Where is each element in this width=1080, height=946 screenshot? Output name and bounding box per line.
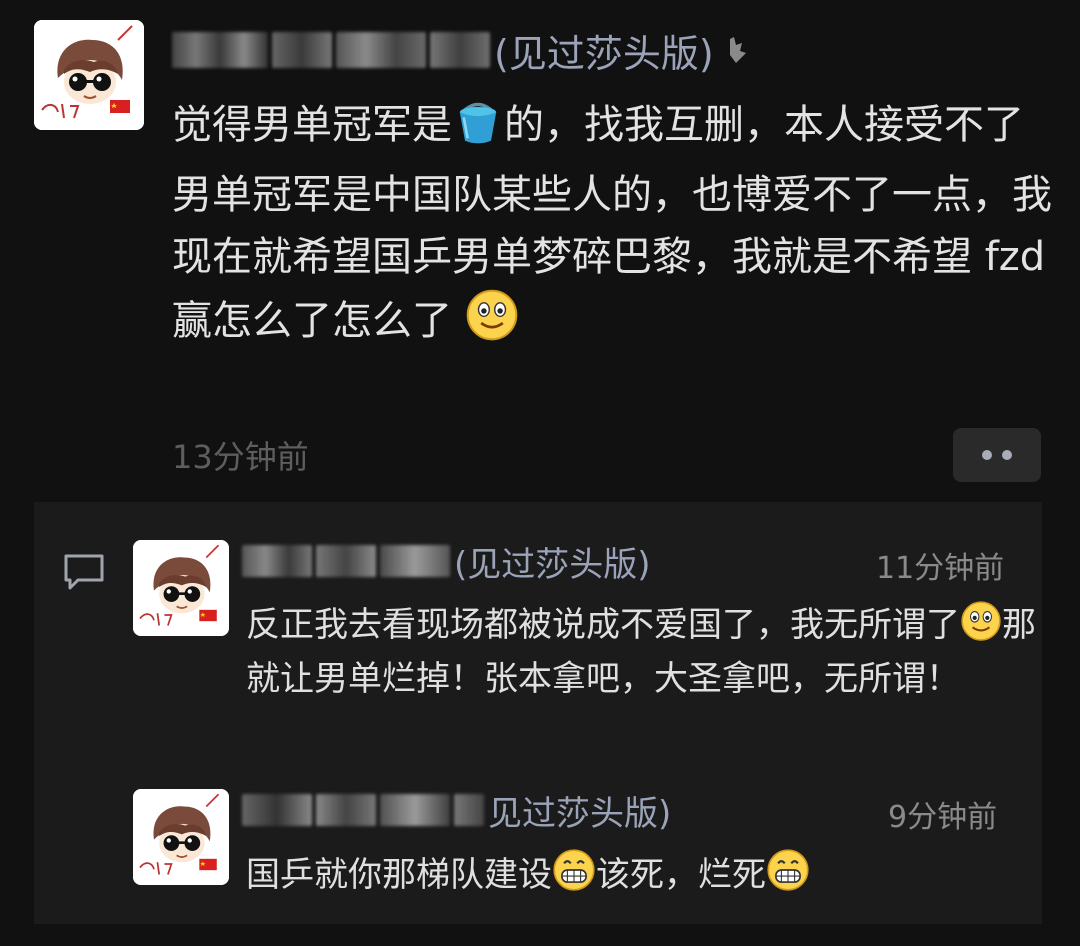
comment-avatar[interactable] <box>133 540 229 636</box>
comment-author-name[interactable]: 见过莎头版) <box>242 785 671 835</box>
comment-text-part: 该死，烂死 <box>596 855 766 895</box>
avatar-image <box>34 20 144 130</box>
masked-name <box>242 545 312 577</box>
smile-emoji-icon <box>465 288 519 360</box>
comment-text-part: 反正我去看现场都被说成不爱国了，我无所谓了 <box>246 605 960 645</box>
comment-author-name[interactable]: (见过莎头版) <box>242 536 651 586</box>
comment-timestamp: 11分钟前 <box>876 551 1005 586</box>
author-suffix: (见过莎头版) <box>494 31 714 76</box>
comment-content: 国乒就你那梯队建设 该死，烂死 <box>246 848 1036 905</box>
avatar-image <box>133 789 229 885</box>
post-timestamp: 13分钟前 <box>172 438 309 476</box>
more-button[interactable] <box>953 428 1041 482</box>
comment-timestamp: 9分钟前 <box>888 800 998 835</box>
badge-icon <box>729 37 746 63</box>
bucket-emoji-icon <box>452 94 504 164</box>
comment-bubble-icon[interactable] <box>62 552 106 592</box>
post-avatar[interactable] <box>34 20 144 130</box>
author-suffix: (见过莎头版) <box>454 544 651 585</box>
more-dots-icon <box>982 450 992 460</box>
smile-emoji-icon <box>960 600 1002 655</box>
comment-avatar[interactable] <box>133 789 229 885</box>
post-content: 觉得男单冠军是 的，找我互删，本人接受不了男单冠军是中国队某些人的，也博爱不了一点… <box>172 94 1062 360</box>
author-suffix: 见过莎头版) <box>488 793 672 834</box>
grin-emoji-icon <box>766 848 810 905</box>
post-text-part: 觉得男单冠军是 <box>172 102 452 148</box>
post-author-name[interactable]: (见过莎头版) <box>172 22 754 78</box>
masked-name <box>242 794 312 826</box>
avatar-image <box>133 540 229 636</box>
grin-emoji-icon <box>552 848 596 905</box>
masked-name <box>172 32 268 68</box>
comment-text-part: 国乒就你那梯队建设 <box>246 855 552 895</box>
comment-content: 反正我去看现场都被说成不爱国了，我无所谓了 那就让男单烂掉！张本拿吧，大圣拿吧，无… <box>246 600 1036 703</box>
